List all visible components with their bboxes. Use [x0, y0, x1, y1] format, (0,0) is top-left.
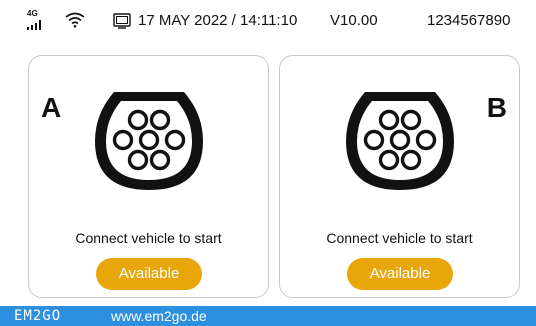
firmware-version: V10.00 [330, 12, 378, 29]
status-badge-available: Available [96, 258, 202, 290]
status-bar: 4G 17 MAY 2022 / 14:11:10 V10.00 1234567… [0, 0, 536, 40]
port-letter: A [41, 92, 62, 123]
em2go-logo: EM2GO [14, 308, 62, 324]
connect-vehicle-message: Connect vehicle to start [75, 230, 222, 246]
serial-number: 1234567890 [427, 12, 511, 29]
footer-bar: EM2GO www.em2go.de [0, 306, 536, 326]
signal-bars-icon [27, 20, 41, 30]
port-letter: B [486, 92, 507, 123]
type2-connector-icon [346, 92, 454, 190]
type2-connector-icon [95, 92, 203, 190]
port-card-b[interactable]: B Connect vehicle to start Available [279, 55, 520, 298]
network-type-label: 4G [27, 9, 38, 18]
display-icon [113, 13, 131, 29]
connect-vehicle-message: Connect vehicle to start [326, 230, 473, 246]
datetime-display: 17 MAY 2022 / 14:11:10 [138, 12, 298, 29]
status-badge-available: Available [347, 258, 453, 290]
signal-4g-icon: 4G [27, 10, 47, 32]
website-link[interactable]: www.em2go.de [111, 308, 207, 324]
wifi-icon [65, 12, 85, 28]
port-card-a[interactable]: A Connect vehicle to start Available [28, 55, 269, 298]
